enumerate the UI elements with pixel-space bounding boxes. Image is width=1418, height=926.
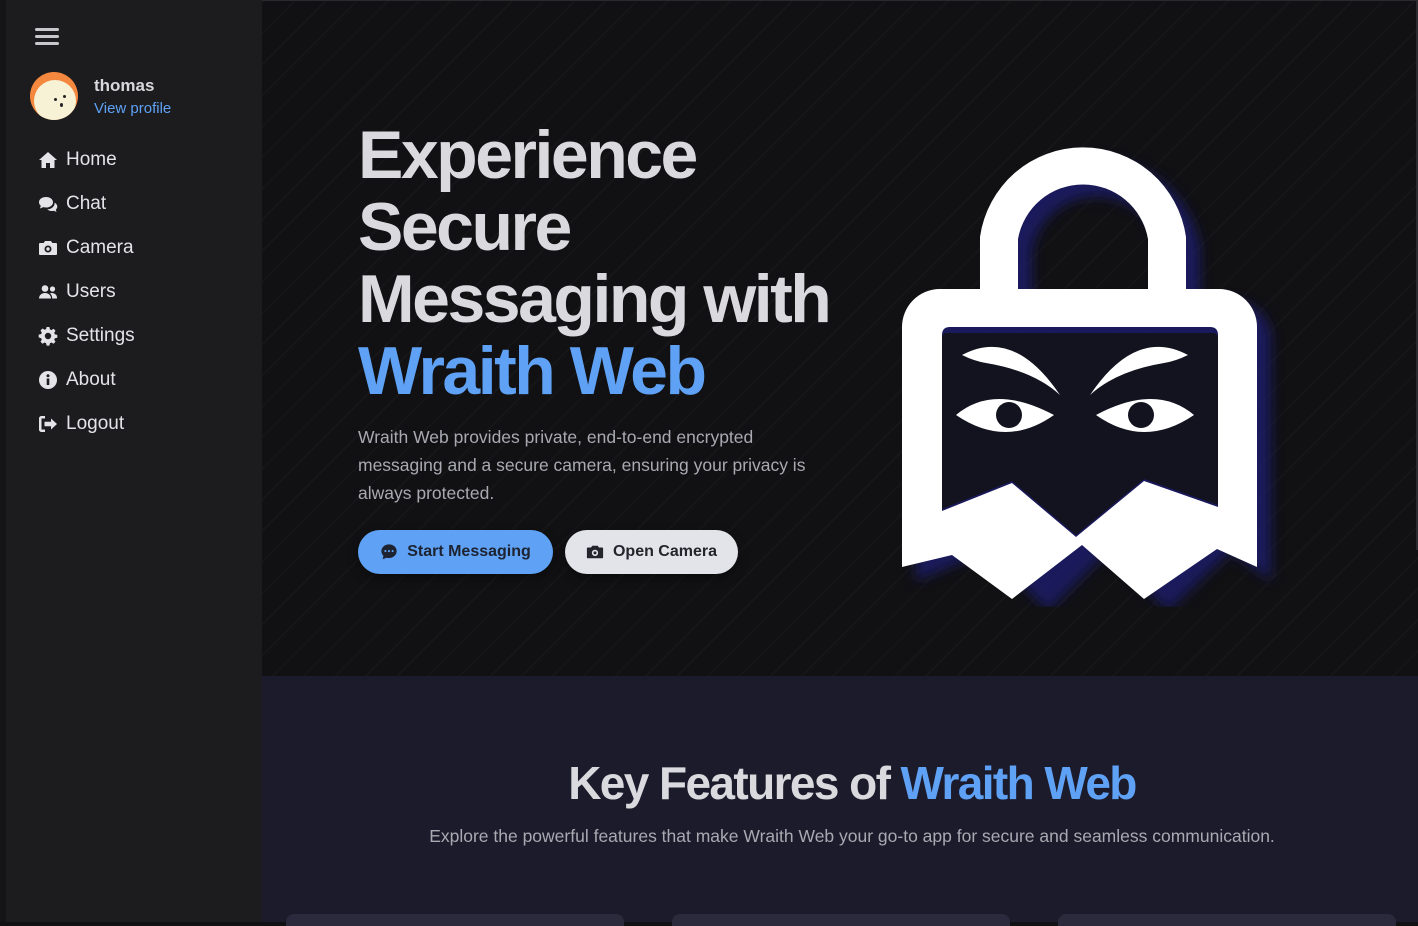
sidebar-item-label: Chat xyxy=(66,193,107,214)
username: thomas xyxy=(94,75,155,95)
feature-card[interactable] xyxy=(1058,914,1396,926)
hero-title-accent: Wraith Web xyxy=(358,333,707,409)
view-profile-link[interactable]: View profile xyxy=(94,100,171,117)
logout-icon xyxy=(38,414,66,434)
features-title-accent: Wraith Web xyxy=(900,757,1137,809)
sidebar-item-label: Camera xyxy=(66,237,134,258)
users-icon xyxy=(38,282,66,302)
sidebar-item-about[interactable]: About xyxy=(38,358,135,402)
features-subtitle: Explore the powerful features that make … xyxy=(429,826,1275,846)
sidebar-item-camera[interactable]: Camera xyxy=(38,226,135,270)
sidebar-item-chat[interactable]: Chat xyxy=(38,182,135,226)
sidebar-item-label: Users xyxy=(66,281,116,302)
sidebar-item-home[interactable]: Home xyxy=(38,138,135,182)
sidebar-item-label: Settings xyxy=(66,325,135,346)
hero-title: Experience Secure Messaging with Wraith … xyxy=(358,117,832,409)
hero-section: Experience Secure Messaging with Wraith … xyxy=(262,0,1418,677)
avatar[interactable] xyxy=(30,72,78,120)
info-icon xyxy=(38,370,66,390)
start-messaging-button[interactable]: Start Messaging xyxy=(358,530,553,574)
message-bubble-icon xyxy=(381,544,397,560)
feature-card[interactable] xyxy=(286,914,624,926)
home-icon xyxy=(38,150,66,170)
sidebar-nav: Home Chat Camera Users Settings About Lo… xyxy=(38,138,135,446)
feature-card[interactable] xyxy=(672,914,1010,926)
sidebar: thomas View profile Home Chat Camera Use… xyxy=(0,0,262,922)
features-title: Key Features of Wraith Web xyxy=(568,757,1137,809)
sidebar-item-users[interactable]: Users xyxy=(38,270,135,314)
hamburger-menu-icon[interactable] xyxy=(32,24,62,50)
camera-icon xyxy=(38,238,66,258)
chat-icon xyxy=(38,194,66,214)
user-profile[interactable]: thomas View profile xyxy=(30,72,171,120)
sidebar-item-settings[interactable]: Settings xyxy=(38,314,135,358)
camera-icon xyxy=(586,545,604,559)
sidebar-item-label: Logout xyxy=(66,413,125,434)
sidebar-item-label: Home xyxy=(66,149,117,170)
open-camera-button[interactable]: Open Camera xyxy=(565,530,738,574)
sidebar-item-logout[interactable]: Logout xyxy=(38,402,135,446)
gear-icon xyxy=(38,326,66,346)
features-section: Key Features of Wraith Web Explore the p… xyxy=(262,676,1418,926)
wraith-lock-logo-icon xyxy=(902,147,1271,607)
sidebar-item-label: About xyxy=(66,369,116,390)
hero-description: Wraith Web provides private, end-to-end … xyxy=(358,427,806,503)
